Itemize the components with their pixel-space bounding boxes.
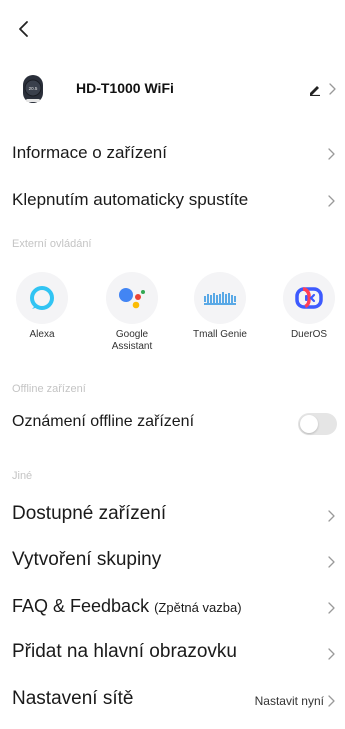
chevron-right-icon xyxy=(328,648,335,660)
section-label-external: Externí ovládání xyxy=(12,238,92,250)
google-assistant-icon xyxy=(106,272,158,324)
chevron-right-icon xyxy=(328,695,335,707)
tmall-genie-icon xyxy=(194,272,246,324)
row-device-info[interactable]: Informace o zařízení xyxy=(0,135,345,171)
external-label: Tmall Genie xyxy=(193,329,247,340)
row-create-group[interactable]: Vytvoření skupiny xyxy=(0,541,345,581)
row-add-to-home-screen[interactable]: Přidat na hlavní obrazovku xyxy=(0,633,345,673)
external-tmall-genie[interactable]: Tmall Genie xyxy=(185,272,255,341)
row-tap-to-run[interactable]: Klepnutím automaticky spustíte xyxy=(0,182,345,218)
row-label: Klepnutím automaticky spustíte xyxy=(12,190,249,209)
chevron-right-icon xyxy=(328,510,335,522)
row-available-devices[interactable]: Dostupné zařízení xyxy=(0,495,345,535)
external-label: DuerOS xyxy=(290,329,328,340)
external-label: Alexa xyxy=(29,329,55,340)
row-label: Nastavení sítě xyxy=(12,688,134,709)
row-label: Dostupné zařízení xyxy=(12,503,167,524)
row-label: FAQ & Feedback (Zpětná vazba) xyxy=(12,596,242,617)
chevron-left-icon xyxy=(19,21,28,37)
row-value: Nastavit nyní xyxy=(254,694,324,708)
offline-notification-toggle[interactable] xyxy=(298,413,337,435)
row-label-suffix: (Zpětná vazba) xyxy=(154,600,242,615)
device-display-reading: 20.5 xyxy=(29,86,38,91)
section-label-offline: Offline zařízení xyxy=(12,383,86,395)
row-label: Informace o zařízení xyxy=(12,143,167,162)
row-label: Vytvoření skupiny xyxy=(12,549,162,570)
row-offline-notification: Oznámení offline zařízení xyxy=(0,405,345,441)
section-label-other: Jiné xyxy=(12,470,33,482)
dueros-icon xyxy=(283,272,335,324)
back-button[interactable] xyxy=(10,16,36,42)
external-google-assistant[interactable]: Google Assistant xyxy=(97,272,167,353)
external-label-line2: Assistant xyxy=(111,341,153,352)
chevron-right-icon xyxy=(328,556,335,568)
chevron-right-icon xyxy=(328,148,335,160)
row-faq-feedback[interactable]: FAQ & Feedback (Zpětná vazba) xyxy=(0,587,345,627)
thermostat-device-icon: 20.5 xyxy=(22,74,44,104)
alexa-icon xyxy=(16,272,68,324)
edit-name-icon[interactable] xyxy=(308,80,336,97)
row-label-main: FAQ & Feedback xyxy=(12,596,150,616)
device-name: HD-T1000 WiFi xyxy=(76,80,174,96)
external-alexa[interactable]: Alexa xyxy=(7,272,77,341)
row-network-settings[interactable]: Nastavení sítě Nastavit nyní xyxy=(0,680,345,720)
chevron-right-icon xyxy=(328,602,335,614)
row-label: Přidat na hlavní obrazovku xyxy=(12,641,237,662)
toggle-knob xyxy=(300,415,318,433)
chevron-right-icon xyxy=(328,195,335,207)
external-dueros[interactable]: DuerOS xyxy=(274,272,344,341)
external-label-line1: Google xyxy=(115,329,149,340)
row-label: Oznámení offline zařízení xyxy=(12,413,195,430)
